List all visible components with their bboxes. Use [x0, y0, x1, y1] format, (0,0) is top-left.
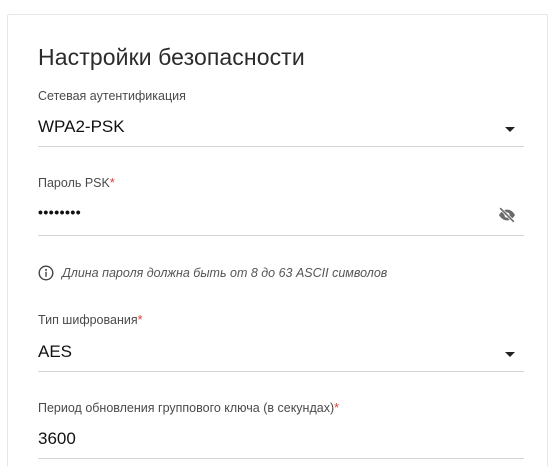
chevron-down-icon — [505, 127, 515, 132]
psk-password-label: Пароль PSK* — [38, 176, 115, 190]
encryption-value: AES — [38, 342, 73, 361]
encryption-underline — [38, 371, 524, 372]
encryption-label-text: Тип шифрования — [38, 313, 138, 327]
info-icon — [38, 265, 54, 281]
network-auth-underline — [38, 146, 524, 147]
section-title: Настройки безопасности — [38, 44, 305, 70]
psk-password-underline — [38, 235, 524, 236]
psk-password-label-text: Пароль PSK — [38, 176, 110, 190]
network-auth-value: WPA2-PSK — [38, 117, 125, 136]
required-mark: * — [137, 313, 143, 327]
encryption-label: Тип шифрования* — [38, 313, 143, 327]
group-key-period-underline — [38, 458, 524, 459]
group-key-period-label-text: Период обновления группового ключа (в се… — [38, 401, 335, 415]
eye-off-icon[interactable] — [497, 206, 517, 224]
group-key-period-value: 3600 — [38, 429, 76, 448]
required-mark: * — [109, 176, 115, 190]
group-key-period-label: Период обновления группового ключа (в се… — [38, 401, 339, 415]
required-mark: * — [334, 401, 339, 415]
hint-text: Длина пароля должна быть от 8 до 63 ASCI… — [62, 266, 388, 280]
security-settings-card — [7, 14, 548, 466]
network-auth-label: Сетевая аутентификация — [38, 89, 186, 103]
psk-password-value: •••••••• — [38, 204, 82, 220]
password-hint: Длина пароля должна быть от 8 до 63 ASCI… — [38, 263, 387, 283]
security-settings-page: Настройки безопасности Сетевая аутентифи… — [0, 0, 549, 466]
chevron-down-icon — [505, 352, 515, 357]
